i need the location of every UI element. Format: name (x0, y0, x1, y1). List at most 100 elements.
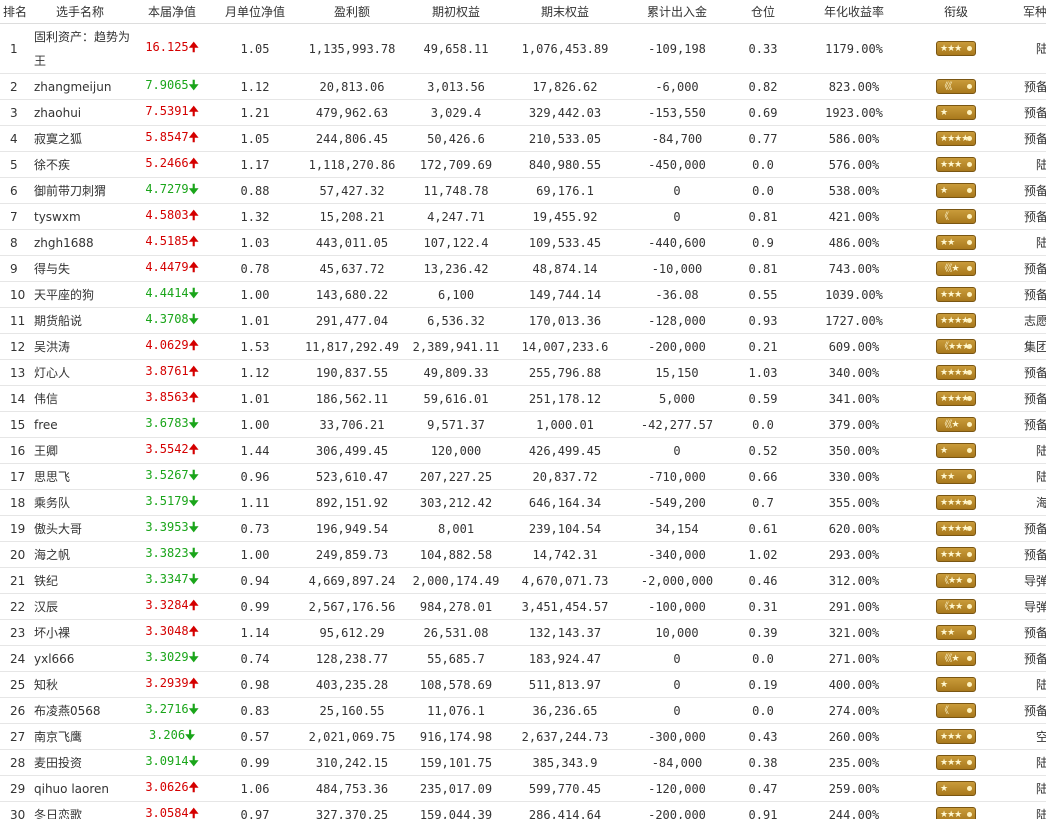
table-row[interactable]: 20 海之帆 3.3823🠋 1.00 249,859.73 104,882.58 14,7… (0, 541, 1046, 568)
column-header-profit[interactable]: 盈利额 (296, 0, 408, 24)
annual-return-cell: 340.00% (798, 359, 910, 386)
table-row[interactable]: 27 南京飞鹰 3.206🠋 0.57 2,021,069.75 916,174.98 2,… (0, 723, 1046, 750)
table-row[interactable]: 10 天平座的狗 4.4414🠋 1.00 143,680.22 6,100 149,744… (0, 281, 1046, 308)
table-row[interactable]: 13 灯心人 3.8761🠉 1.12 190,837.55 49,809.33 255,7… (0, 359, 1046, 386)
annual-return-cell: 379.00% (798, 411, 910, 438)
player-name-link[interactable]: 思思飞 (30, 463, 130, 490)
branch-cell: 预备役 (1002, 125, 1046, 152)
annual-return-cell: 576.00% (798, 151, 910, 178)
column-header-current-nav[interactable]: 本届净值 (130, 0, 214, 24)
player-name-link[interactable]: zhgh1688 (30, 229, 130, 256)
table-row[interactable]: 9 得与失 4.4479🠉 0.78 45,637.72 13,236.42 48,874.… (0, 255, 1046, 282)
player-name-link[interactable]: 汉辰 (30, 593, 130, 620)
table-row[interactable]: 26 布凌燕0568 3.2716🠋 0.83 25,160.55 11,076.1 36,… (0, 697, 1046, 724)
player-name-link[interactable]: 南京飞鹰 (30, 723, 130, 750)
player-name-link[interactable]: 铁纪 (30, 567, 130, 594)
table-row[interactable]: 5 徐不疾 5.2466🠉 1.17 1,118,270.86 172,709.69 840… (0, 151, 1046, 178)
player-name-link[interactable]: 寂寞之狐 (30, 125, 130, 152)
nav-cell: 3.2716🠋 (130, 697, 214, 724)
player-name-link[interactable]: qihuo laoren (30, 775, 130, 802)
player-name-link[interactable]: zhangmeijun (30, 73, 130, 100)
nav-value: 4.3708 (145, 312, 189, 326)
player-name-link[interactable]: 固利资产：趋势为王 (30, 23, 130, 74)
begin-equity-cell: 2,389,941.11 (408, 333, 504, 360)
table-row[interactable]: 3 zhaohui 7.5391🠉 1.21 479,962.63 3,029.4 329,… (0, 99, 1046, 126)
player-name-link[interactable]: yxl666 (30, 645, 130, 672)
player-name-link[interactable]: 御前带刀刺猬 (30, 177, 130, 204)
rank-insignia-icon: ★ (936, 677, 976, 692)
player-name-link[interactable]: 坏小裸 (30, 619, 130, 646)
column-header-insignia[interactable]: 衔级 (910, 0, 1002, 24)
table-row[interactable]: 6 御前带刀刺猬 4.7279🠋 0.88 57,427.32 11,748.78 69,1… (0, 177, 1046, 204)
player-name-link[interactable]: 布凌燕0568 (30, 697, 130, 724)
player-name-link[interactable]: 乘务队 (30, 489, 130, 516)
column-header-annual-return[interactable]: 年化收益率 (798, 0, 910, 24)
player-name-link[interactable]: 天平座的狗 (30, 281, 130, 308)
player-name-link[interactable]: 吴洪涛 (30, 333, 130, 360)
column-header-branch[interactable]: 军种 (1002, 0, 1046, 24)
player-name-link[interactable]: 知秋 (30, 671, 130, 698)
player-name-link[interactable]: zhaohui (30, 99, 130, 126)
table-row[interactable]: 23 坏小裸 3.3048🠉 1.14 95,612.29 26,531.08 132,14… (0, 619, 1046, 646)
insignia-cell: 《《★ (910, 255, 1002, 282)
column-header-cumulative-flow[interactable]: 累计出入金 (626, 0, 728, 24)
table-row[interactable]: 21 铁纪 3.3347🠋 0.94 4,669,897.24 2,000,174.49 4… (0, 567, 1046, 594)
table-row[interactable]: 30 冬日恋歌 3.0584🠉 0.97 327,370.25 159,044.39 286… (0, 801, 1046, 819)
table-row[interactable]: 24 yxl666 3.3029🠋 0.74 128,238.77 55,685.7 183… (0, 645, 1046, 672)
branch-cell: 陆军 (1002, 775, 1046, 802)
arrow-down-icon: 🠋 (188, 182, 199, 196)
branch-cell: 陆军 (1002, 463, 1046, 490)
player-name-link[interactable]: 灯心人 (30, 359, 130, 386)
table-row[interactable]: 11 期货船说 4.3708🠋 1.01 291,477.04 6,536.32 170,0… (0, 307, 1046, 334)
table-row[interactable]: 25 知秋 3.2939🠉 0.98 403,235.28 108,578.69 511,8… (0, 671, 1046, 698)
player-name-link[interactable]: 徐不疾 (30, 151, 130, 178)
player-name-link[interactable]: 得与失 (30, 255, 130, 282)
table-row[interactable]: 8 zhgh1688 4.5185🠉 1.03 443,011.05 107,122.4 1… (0, 229, 1046, 256)
player-name-link[interactable]: 傲头大哥 (30, 515, 130, 542)
table-row[interactable]: 28 麦田投资 3.0914🠋 0.99 310,242.15 159,101.75 385… (0, 749, 1046, 776)
table-row[interactable]: 4 寂寞之狐 5.8547🠉 1.05 244,806.45 50,426.6 210,53… (0, 125, 1046, 152)
table-row[interactable]: 29 qihuo laoren 3.0626🠉 1.06 484,753.36 235,0… (0, 775, 1046, 802)
begin-equity-cell: 172,709.69 (408, 151, 504, 178)
rank-cell: 5 (0, 151, 30, 178)
player-name-link[interactable]: 伟信 (30, 385, 130, 412)
table-row[interactable]: 15 free 3.6783🠋 1.00 33,706.21 9,571.37 1,000.… (0, 411, 1046, 438)
player-name-link[interactable]: tyswxm (30, 203, 130, 230)
player-name-link[interactable]: 冬日恋歌 (30, 801, 130, 819)
annual-return-cell: 620.00% (798, 515, 910, 542)
player-name-link[interactable]: 期货船说 (30, 307, 130, 334)
begin-equity-cell: 4,247.71 (408, 203, 504, 230)
position-cell: 0.69 (728, 99, 798, 126)
branch-cell: 预备役 (1002, 697, 1046, 724)
nav-cell: 3.6783🠋 (130, 411, 214, 438)
column-header-monthly-nav[interactable]: 月单位净值 (214, 0, 296, 24)
profit-cell: 196,949.54 (296, 515, 408, 542)
column-header-end-equity[interactable]: 期末权益 (504, 0, 626, 24)
end-equity-cell: 4,670,071.73 (504, 567, 626, 594)
monthly-nav-cell: 1.17 (214, 151, 296, 178)
arrow-up-icon: 🠉 (188, 624, 199, 638)
column-header-rank[interactable]: 排名 (0, 0, 30, 24)
column-header-begin-equity[interactable]: 期初权益 (408, 0, 504, 24)
column-header-position[interactable]: 仓位 (728, 0, 798, 24)
table-row[interactable]: 22 汉辰 3.3284🠉 0.99 2,567,176.56 984,278.01 3,4… (0, 593, 1046, 620)
table-row[interactable]: 12 吴洪涛 4.0629🠉 1.53 11,817,292.49 2,389,941.1… (0, 333, 1046, 360)
table-row[interactable]: 18 乘务队 3.5179🠋 1.11 892,151.92 303,212.42 646,… (0, 489, 1046, 516)
column-header-player-name[interactable]: 选手名称 (30, 0, 130, 24)
nav-cell: 4.4414🠋 (130, 281, 214, 308)
player-name-link[interactable]: 麦田投资 (30, 749, 130, 776)
table-row[interactable]: 2 zhangmeijun 7.9065🠋 1.12 20,813.06 3,013.56… (0, 73, 1046, 100)
insignia-cell: 《★★ (910, 567, 1002, 594)
arrow-down-icon: 🠋 (185, 728, 196, 742)
table-row[interactable]: 14 伟信 3.8563🠉 1.01 186,562.11 59,616.01 251,17… (0, 385, 1046, 412)
player-name-link[interactable]: free (30, 411, 130, 438)
table-row[interactable]: 16 王卿 3.5542🠉 1.44 306,499.45 120,000 426,499.… (0, 437, 1046, 464)
table-row[interactable]: 19 傲头大哥 3.3953🠋 0.73 196,949.54 8,001 239,104.… (0, 515, 1046, 542)
nav-cell: 3.0914🠋 (130, 749, 214, 776)
table-header-row: 排名 选手名称 本届净值 月单位净值 盈利额 期初权益 期末权益 累计出入金 仓位 年化收益率 衔级… (0, 0, 1046, 24)
player-name-link[interactable]: 海之帆 (30, 541, 130, 568)
table-row[interactable]: 17 思思飞 3.5267🠋 0.96 523,610.47 207,227.25 20,8… (0, 463, 1046, 490)
table-row[interactable]: 7 tyswxm 4.5803🠉 1.32 15,208.21 4,247.71 19,45… (0, 203, 1046, 230)
player-name-link[interactable]: 王卿 (30, 437, 130, 464)
table-row[interactable]: 1 固利资产：趋势为王 16.125🠉 1.05 1,135,993.78 49,658.… (0, 23, 1046, 74)
